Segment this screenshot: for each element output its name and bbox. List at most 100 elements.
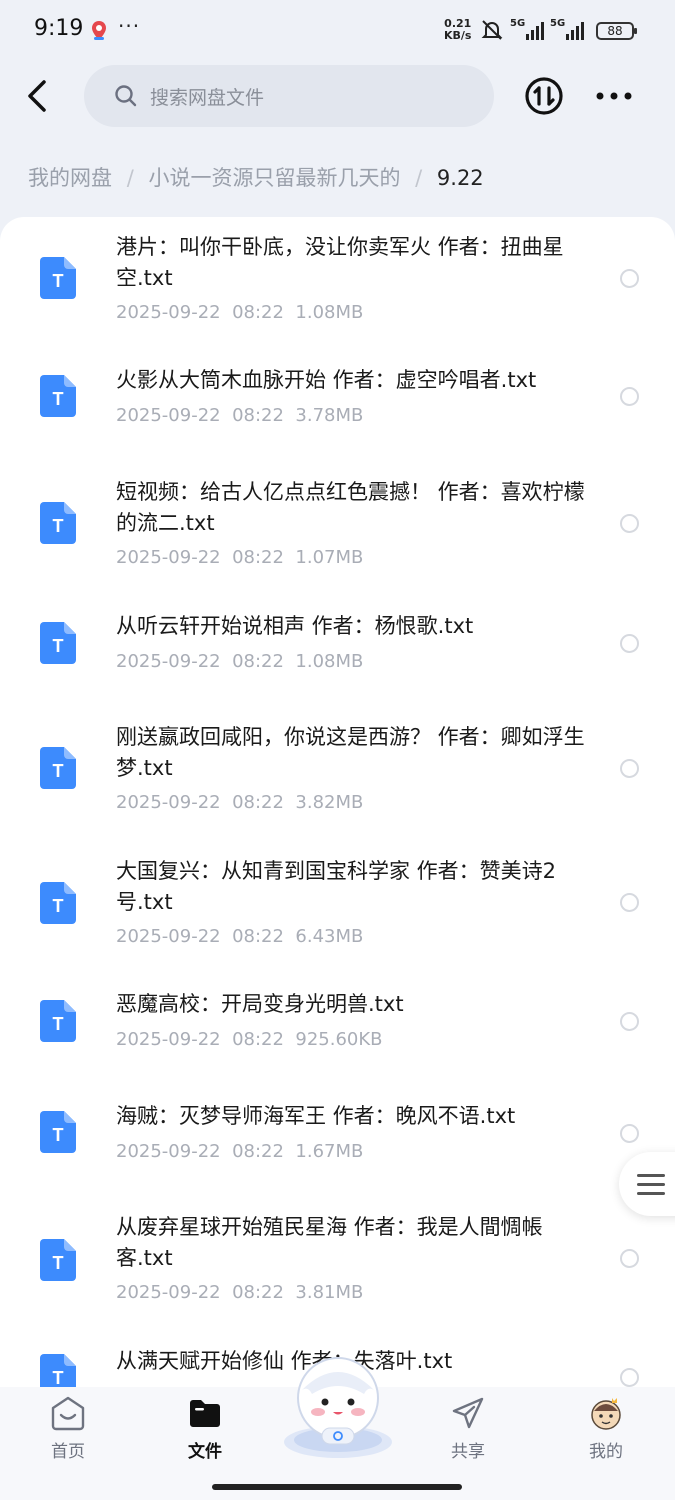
- breadcrumb: 我的网盘 / 小说一资源只留最新几天的 / 9.22: [28, 162, 484, 192]
- avatar-icon: [591, 1398, 621, 1430]
- file-date: 2025-09-22: [116, 651, 221, 672]
- home-face-icon: [51, 1396, 85, 1431]
- file-name: 从听云轩开始说相声 作者：杨恨歌.txt: [116, 614, 474, 638]
- home-indicator[interactable]: [212, 1484, 462, 1490]
- mute-bell-icon: [481, 20, 503, 40]
- file-icon-letter: T: [53, 389, 64, 409]
- file-name: 港片：叫你干卧底，没让你卖军火 作者：扭曲星空.txt: [116, 235, 564, 290]
- file-meta: 2025-09-22 08:22 1.67MB: [116, 1141, 363, 1162]
- file-icon-letter: T: [53, 516, 64, 536]
- select-radio[interactable]: [620, 634, 639, 653]
- file-row[interactable]: T 火影从大筒木血脉开始 作者：虚空吟唱者.txt 2025-09-22 08:…: [0, 347, 675, 447]
- select-radio[interactable]: [620, 1012, 639, 1031]
- file-meta: 2025-09-22 08:22 3.81MB: [116, 1282, 363, 1303]
- file-name: 短视频：给古人亿点点红色震撼！ 作者：喜欢柠檬的流二.txt: [116, 480, 585, 535]
- select-radio[interactable]: [620, 759, 639, 778]
- network-label-1: 5G: [510, 18, 526, 29]
- file-time: 08:22: [232, 1141, 284, 1162]
- file-row[interactable]: T 恶魔高校：开局变身光明兽.txt 2025-09-22 08:22 925.…: [0, 982, 675, 1082]
- file-time: 08:22: [232, 926, 284, 947]
- nav-files[interactable]: 文件: [150, 1387, 260, 1467]
- select-radio[interactable]: [620, 1368, 639, 1387]
- file-size: 1.67MB: [295, 1141, 364, 1162]
- file-row[interactable]: T 海贼：灭梦导师海军王 作者：晚风不语.txt 2025-09-22 08:2…: [0, 1097, 675, 1197]
- select-radio[interactable]: [620, 269, 639, 288]
- file-list: T 港片：叫你干卧底，没让你卖军火 作者：扭曲星空.txt 2025-09-22…: [0, 217, 675, 1387]
- file-date: 2025-09-22: [116, 792, 221, 813]
- txt-file-icon: T: [40, 882, 76, 924]
- file-date: 2025-09-22: [116, 926, 221, 947]
- breadcrumb-item-root[interactable]: 我的网盘: [28, 166, 112, 190]
- nav-mine[interactable]: 我的: [551, 1387, 661, 1467]
- status-time: 9:19: [34, 16, 84, 41]
- txt-file-icon: T: [40, 375, 76, 417]
- file-icon-letter: T: [53, 1253, 64, 1273]
- file-name: 刚送嬴政回咸阳，你说这是西游？ 作者：卿如浮生梦.txt: [116, 725, 585, 780]
- file-meta: 2025-09-22 08:22 6.43MB: [116, 926, 363, 947]
- status-bar: 9:19 ··· 0.21 KB/s 5G 5G 88: [0, 0, 675, 60]
- file-size: 3.78MB: [295, 405, 364, 426]
- file-meta: 2025-09-22 08:22 925.60KB: [116, 1029, 383, 1050]
- select-radio[interactable]: [620, 893, 639, 912]
- select-radio[interactable]: [620, 1249, 639, 1268]
- txt-file-icon: T: [40, 257, 76, 299]
- file-name: 火影从大筒木血脉开始 作者：虚空吟唱者.txt: [116, 368, 537, 392]
- more-options-icon[interactable]: [594, 84, 634, 108]
- file-meta: 2025-09-22 08:22 1.08MB: [116, 651, 363, 672]
- file-name: 海贼：灭梦导师海军王 作者：晚风不语.txt: [116, 1104, 516, 1128]
- file-time: 08:22: [232, 547, 284, 568]
- file-date: 2025-09-22: [116, 405, 221, 426]
- file-time: 08:22: [232, 1282, 284, 1303]
- nav-share[interactable]: 共享: [413, 1387, 523, 1467]
- file-meta: 2025-09-22 08:22 3.78MB: [116, 405, 363, 426]
- network-label-2: 5G: [550, 18, 566, 29]
- back-arrow-icon[interactable]: [20, 76, 56, 116]
- file-time: 08:22: [232, 405, 284, 426]
- file-size: 925.60KB: [295, 1029, 383, 1050]
- search-icon: [115, 85, 137, 107]
- file-date: 2025-09-22: [116, 1282, 221, 1303]
- breadcrumb-separator: /: [415, 166, 423, 190]
- file-name: 恶魔高校：开局变身光明兽.txt: [116, 992, 404, 1016]
- file-row[interactable]: T 短视频：给古人亿点点红色震撼！ 作者：喜欢柠檬的流二.txt 2025-09…: [0, 467, 675, 587]
- ai-assistant-mascot-button[interactable]: [278, 1350, 398, 1460]
- nav-mine-label: 我的: [589, 1442, 623, 1462]
- location-icon: [92, 21, 106, 40]
- select-radio[interactable]: [620, 387, 639, 406]
- paper-plane-icon: [452, 1397, 484, 1429]
- file-date: 2025-09-22: [116, 1029, 221, 1050]
- file-icon-letter: T: [53, 1125, 64, 1145]
- file-icon-letter: T: [53, 761, 64, 781]
- select-radio[interactable]: [620, 1124, 639, 1143]
- file-row[interactable]: T 港片：叫你干卧底，没让你卖军火 作者：扭曲星空.txt 2025-09-22…: [0, 217, 675, 327]
- transfer-icon[interactable]: [524, 76, 564, 116]
- search-bar[interactable]: 搜索网盘文件: [84, 65, 494, 127]
- file-row[interactable]: T 大国复兴：从知青到国宝科学家 作者：赞美诗2号.txt 2025-09-22…: [0, 847, 675, 967]
- file-name: 从废弃星球开始殖民星海 作者：我是人間惆帳客.txt: [116, 1215, 543, 1270]
- file-size: 1.08MB: [295, 302, 364, 323]
- nav-home[interactable]: 首页: [13, 1387, 123, 1467]
- txt-file-icon: T: [40, 1354, 76, 1387]
- file-row[interactable]: T 从听云轩开始说相声 作者：杨恨歌.txt 2025-09-22 08:22 …: [0, 597, 675, 697]
- file-row[interactable]: T 从废弃星球开始殖民星海 作者：我是人間惆帳客.txt 2025-09-22 …: [0, 1212, 675, 1332]
- file-size: 6.43MB: [295, 926, 364, 947]
- file-meta: 2025-09-22 08:22 1.08MB: [116, 302, 363, 323]
- txt-file-icon: T: [40, 1111, 76, 1153]
- txt-file-icon: T: [40, 1000, 76, 1042]
- select-radio[interactable]: [620, 514, 639, 533]
- file-icon-letter: T: [53, 636, 64, 656]
- file-date: 2025-09-22: [116, 547, 221, 568]
- file-row[interactable]: T 刚送嬴政回咸阳，你说这是西游？ 作者：卿如浮生梦.txt 2025-09-2…: [0, 712, 675, 832]
- file-meta: 2025-09-22 08:22 3.82MB: [116, 792, 363, 813]
- file-time: 08:22: [232, 651, 284, 672]
- file-icon-letter: T: [53, 896, 64, 916]
- status-more-dots: ···: [118, 14, 141, 38]
- file-name: 大国复兴：从知青到国宝科学家 作者：赞美诗2号.txt: [116, 859, 557, 914]
- file-time: 08:22: [232, 302, 284, 323]
- nav-files-label: 文件: [188, 1442, 222, 1462]
- breadcrumb-item-folder[interactable]: 小说一资源只留最新几天的: [148, 166, 400, 190]
- file-size: 1.07MB: [295, 547, 364, 568]
- side-menu-handle[interactable]: [619, 1152, 675, 1216]
- file-size: 1.08MB: [295, 651, 364, 672]
- folder-icon: [190, 1400, 220, 1427]
